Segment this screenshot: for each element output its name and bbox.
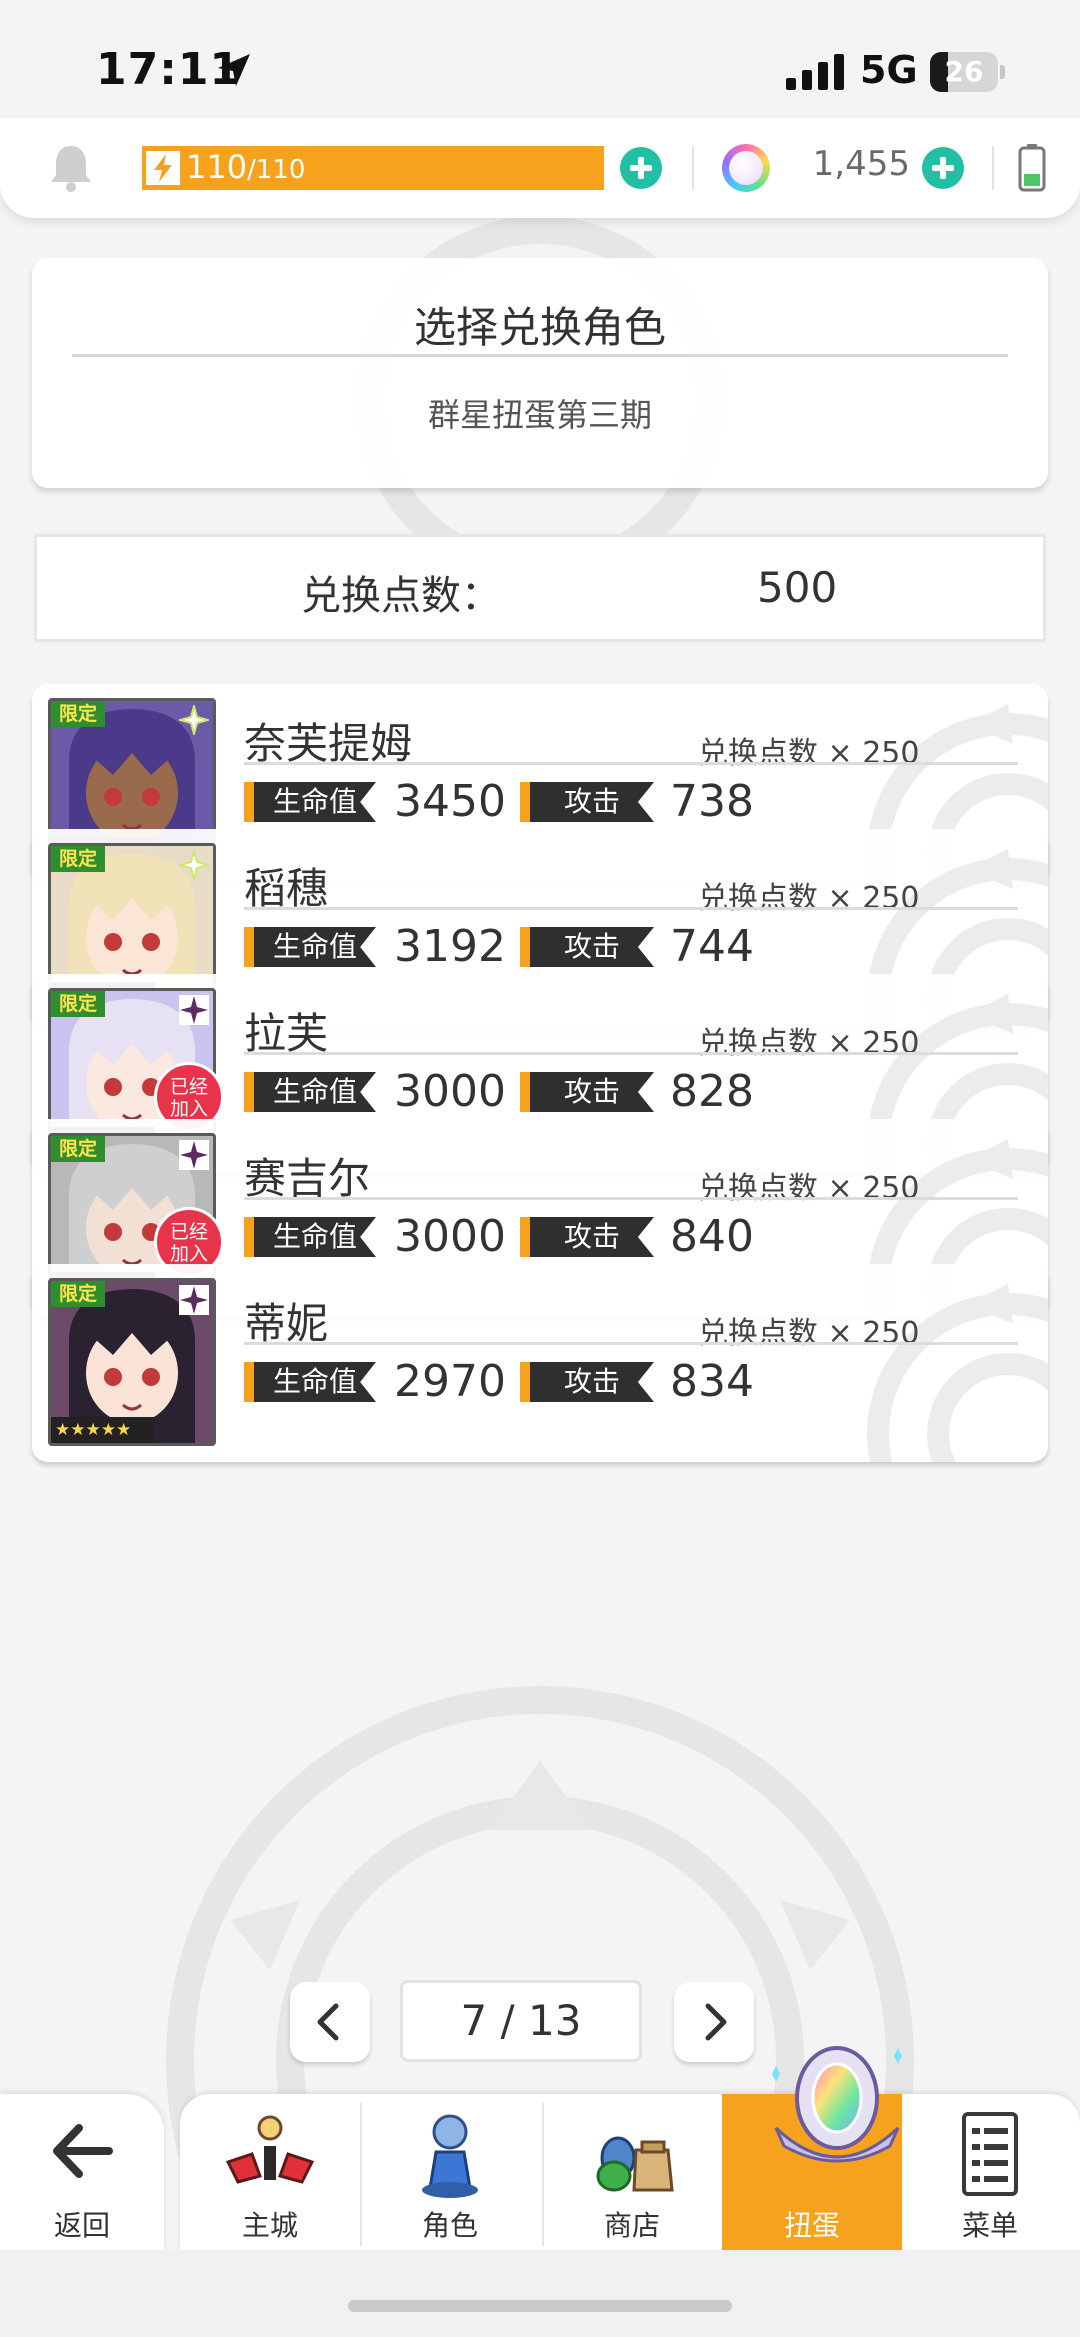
limited-tag: 限定 <box>51 1136 105 1162</box>
light-element-sparkle-icon <box>179 850 209 880</box>
shop-bags-icon <box>596 2136 674 2192</box>
divider <box>692 146 694 190</box>
tab-character-label: 角色 <box>421 2209 478 2242</box>
attack-label: 攻击 <box>520 1362 654 1402</box>
hp-value: 2970 <box>394 1356 506 1407</box>
tab-main-city[interactable]: 主城 <box>180 2094 360 2250</box>
resource-bar: 110/110 1,455 <box>0 118 1080 218</box>
hp-value: 3450 <box>394 776 506 827</box>
arrow-left-icon <box>53 2124 113 2178</box>
dark-element-icon <box>179 995 209 1025</box>
dark-element-icon <box>179 1140 209 1170</box>
back-button[interactable]: 返回 <box>0 2094 164 2250</box>
chevron-right-icon <box>705 2003 727 2041</box>
limited-tag: 限定 <box>51 846 105 872</box>
location-arrow-icon <box>218 54 250 86</box>
attack-value: 828 <box>670 1066 754 1117</box>
divider <box>244 762 1018 765</box>
network-type: 5G <box>860 48 918 92</box>
hp-value: 3000 <box>394 1211 506 1262</box>
character-portrait: 限定 ★★★★★ <box>48 1278 216 1446</box>
notification-bell-icon[interactable] <box>48 142 94 192</box>
attack-label: 攻击 <box>520 1217 654 1257</box>
attack-label: 攻击 <box>520 927 654 967</box>
exchange-cost: 兑换点数 × 250 <box>698 1316 920 1351</box>
rarity-stars: ★★★★★ <box>51 1417 155 1443</box>
add-gems-plus-icon[interactable] <box>922 147 964 189</box>
header-card: 选择兑换角色 群星扭蛋第三期 <box>32 258 1048 488</box>
banner-subtitle: 群星扭蛋第三期 <box>427 396 652 434</box>
tab-character[interactable]: 角色 <box>360 2094 540 2250</box>
tab-shop-label: 商店 <box>603 2209 660 2242</box>
status-bar: 17:11 5G 26 <box>0 0 1080 120</box>
hp-label: 生命值 <box>244 1072 376 1112</box>
page-indicator: 7 / 13 <box>400 1980 642 2062</box>
tab-shop[interactable]: 商店 <box>542 2094 722 2250</box>
gacha-crystal-icon <box>772 2046 902 2163</box>
tab-gacha[interactable]: 扭蛋 <box>722 2046 902 2250</box>
light-element-sparkle-icon <box>179 705 209 735</box>
hp-value: 3000 <box>394 1066 506 1117</box>
attack-value: 744 <box>670 921 754 972</box>
battery-percent: 26 <box>944 55 984 88</box>
divider <box>244 907 1018 910</box>
add-stamina-plus-icon[interactable] <box>620 147 662 189</box>
exchange-cost: 兑换点数 × 250 <box>698 1171 920 1206</box>
device-battery-icon <box>1018 144 1046 192</box>
hp-label: 生命值 <box>244 1217 376 1257</box>
hp-value: 3192 <box>394 921 506 972</box>
limited-tag: 限定 <box>51 1281 105 1307</box>
next-page-button[interactable] <box>674 1982 754 2062</box>
tab-main-city-label: 主城 <box>241 2209 298 2242</box>
divider <box>244 1052 1018 1055</box>
tab-menu[interactable]: 菜单 <box>900 2094 1080 2250</box>
character-figure-icon <box>422 2114 478 2198</box>
attack-label: 攻击 <box>520 782 654 822</box>
cellular-signal-icon <box>786 54 844 90</box>
stamina-bar: 110/110 <box>142 146 604 190</box>
exchange-points-panel: 兑换点数： 500 <box>34 534 1046 642</box>
page-title: 选择兑换角色 <box>413 303 666 352</box>
limited-tag: 限定 <box>51 991 105 1017</box>
lightning-icon <box>146 151 180 185</box>
previous-page-button[interactable] <box>290 1982 370 2062</box>
divider <box>72 354 1008 357</box>
tab-gacha-label: 扭蛋 <box>783 2209 840 2242</box>
dark-element-icon <box>179 1285 209 1315</box>
exchange-cost: 兑换点数 × 250 <box>698 881 920 916</box>
attack-value: 840 <box>670 1211 754 1262</box>
exchange-points-value: 500 <box>757 563 838 612</box>
back-label: 返回 <box>53 2209 110 2242</box>
menu-list-icon <box>962 2112 1018 2196</box>
stamina-value: 110/110 <box>186 148 306 186</box>
chevron-left-icon <box>317 2003 339 2041</box>
attack-value: 738 <box>670 776 754 827</box>
exchange-cost: 兑换点数 × 250 <box>698 1026 920 1061</box>
hp-label: 生命值 <box>244 1362 376 1402</box>
character-row[interactable]: 限定 ★★★★★ 蒂妮 兑换点数 × 250 生命值 2970 攻击 834 <box>32 1264 1048 1462</box>
rainbow-gem-icon <box>722 144 770 192</box>
bottom-safe-area <box>0 2250 1080 2337</box>
tab-menu-label: 菜单 <box>961 2209 1018 2242</box>
limited-tag: 限定 <box>51 701 105 727</box>
hp-label: 生命值 <box>244 782 376 822</box>
gem-count: 1,455 <box>812 144 910 184</box>
exchange-points-label: 兑换点数： <box>301 573 501 619</box>
attack-label: 攻击 <box>520 1072 654 1112</box>
battery-icon: 26 <box>930 52 1006 92</box>
divider <box>244 1197 1018 1200</box>
divider <box>992 146 994 190</box>
home-indicator[interactable] <box>348 2300 732 2312</box>
exchange-cost: 兑换点数 × 250 <box>698 736 920 771</box>
bottom-navigation: 返回 主城 角色 商店 扭蛋 菜单 <box>0 2046 1080 2337</box>
divider <box>244 1342 1018 1345</box>
row-emblem-decoration <box>867 1284 1048 1462</box>
main-city-icon <box>225 2115 315 2184</box>
hp-label: 生命值 <box>244 927 376 967</box>
nav-tab-bar: 主城 角色 商店 扭蛋 菜单 <box>180 2046 1080 2250</box>
attack-value: 834 <box>670 1356 754 1407</box>
